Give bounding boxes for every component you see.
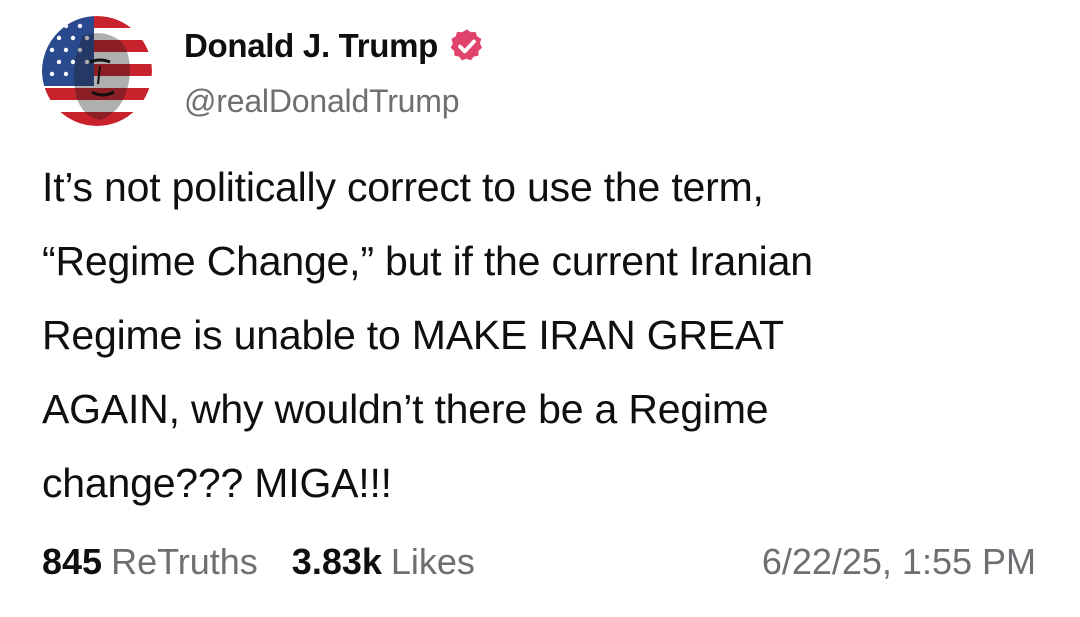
likes-count: 3.83k xyxy=(291,541,382,582)
post-text: It’s not politically correct to use the … xyxy=(42,164,813,506)
author-name-row: Donald J. Trump xyxy=(184,26,486,66)
retruths-stat[interactable]: 845 ReTruths xyxy=(42,541,258,583)
likes-label: Likes xyxy=(390,541,475,582)
author-handle[interactable]: @realDonaldTrump xyxy=(184,83,460,120)
post-timestamp[interactable]: 6/22/25, 1:55 PM xyxy=(762,541,1036,583)
avatar-icon[interactable] xyxy=(42,16,152,126)
post-card: Donald J. Trump @realDonaldTrump It’s no… xyxy=(0,0,1080,617)
author-display-name[interactable]: Donald J. Trump xyxy=(184,27,438,65)
verified-badge-icon xyxy=(448,27,486,65)
retruths-count: 845 xyxy=(42,541,103,582)
retruths-label: ReTruths xyxy=(111,541,258,582)
likes-stat[interactable]: 3.83k Likes xyxy=(292,541,475,583)
post-stats: 845 ReTruths 3.83k Likes xyxy=(42,541,475,583)
